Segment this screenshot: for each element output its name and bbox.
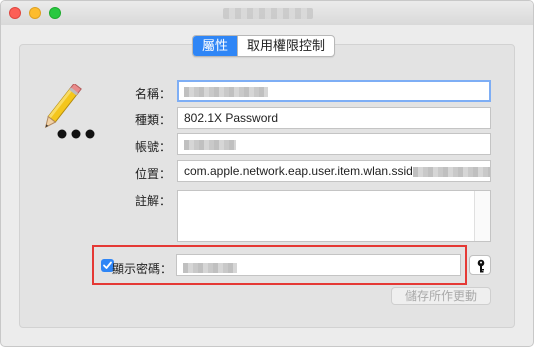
pencil-icon bbox=[40, 82, 102, 147]
account-label: 帳號： bbox=[134, 140, 171, 154]
password-field[interactable] bbox=[176, 254, 461, 276]
comments-scrollbar[interactable] bbox=[474, 191, 490, 241]
name-redacted bbox=[184, 86, 268, 97]
account-field[interactable] bbox=[177, 133, 491, 155]
comments-label: 註解： bbox=[134, 194, 171, 208]
where-redacted bbox=[412, 166, 490, 177]
where-value: com.apple.network.eap.user.item.wlan.ssi… bbox=[184, 164, 413, 178]
password-redacted bbox=[183, 262, 237, 273]
save-changes-button[interactable]: 儲存所作更動 bbox=[391, 287, 491, 305]
where-field[interactable]: com.apple.network.eap.user.item.wlan.ssi… bbox=[177, 160, 491, 182]
minimize-button[interactable] bbox=[29, 7, 41, 19]
title-bar bbox=[1, 1, 533, 25]
kind-label: 種類： bbox=[134, 113, 171, 127]
key-button[interactable] bbox=[469, 255, 491, 275]
where-label: 位置： bbox=[134, 167, 171, 181]
key-icon bbox=[477, 259, 485, 273]
window-title-redacted bbox=[223, 8, 313, 19]
comments-textarea[interactable] bbox=[177, 190, 491, 242]
show-password-label: 顯示密碼： bbox=[112, 262, 173, 276]
tab-access-control[interactable]: 取用權限控制 bbox=[237, 36, 334, 56]
close-button[interactable] bbox=[9, 7, 21, 19]
account-redacted bbox=[184, 139, 236, 150]
tab-attributes[interactable]: 屬性 bbox=[193, 36, 238, 56]
kind-field[interactable]: 802.1X Password bbox=[177, 107, 491, 129]
zoom-button[interactable] bbox=[49, 7, 61, 19]
name-label: 名稱： bbox=[134, 87, 171, 101]
tab-segmented-control: 屬性 取用權限控制 bbox=[192, 35, 336, 57]
name-field[interactable] bbox=[177, 80, 491, 102]
